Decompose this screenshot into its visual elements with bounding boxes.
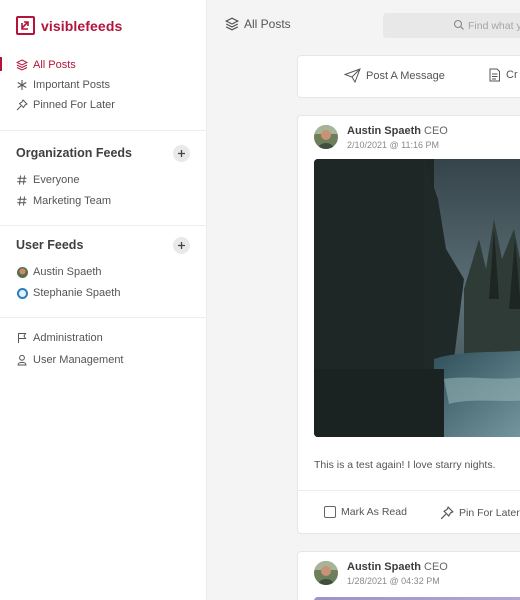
sidebar-item-label: Stephanie Spaeth xyxy=(33,287,121,299)
divider xyxy=(0,130,207,131)
sidebar-item-important-posts[interactable]: Important Posts xyxy=(16,77,110,93)
post-message-button[interactable]: Post A Message xyxy=(344,68,445,83)
sidebar-item-pinned-for-later[interactable]: Pinned For Later xyxy=(16,97,115,113)
user-icon xyxy=(16,354,28,366)
mark-as-read-label: Mark As Read xyxy=(341,506,407,518)
sidebar-item-administration[interactable]: Administration xyxy=(16,330,103,346)
sidebar-item-label: All Posts xyxy=(33,59,76,71)
sidebar-item-austin-spaeth[interactable]: Austin Spaeth xyxy=(16,264,102,280)
add-user-feed-button[interactable] xyxy=(173,237,190,254)
create-button[interactable]: Cr xyxy=(488,68,518,82)
sidebar-item-label: User Management xyxy=(33,354,124,366)
hash-icon xyxy=(16,195,28,207)
post-image[interactable] xyxy=(314,159,520,437)
post-timestamp: 1/28/2021 @ 04:32 PM xyxy=(347,576,440,586)
organization-feeds-title: Organization Feeds xyxy=(16,146,132,160)
sidebar-item-everyone[interactable]: Everyone xyxy=(16,172,79,188)
sidebar-item-label: Important Posts xyxy=(33,79,111,91)
user-feeds-title: User Feeds xyxy=(16,238,84,252)
divider xyxy=(0,225,207,226)
asterisk-icon xyxy=(16,79,28,91)
sidebar-item-label: Marketing Team xyxy=(33,195,112,207)
avatar[interactable] xyxy=(314,561,338,585)
active-indicator xyxy=(0,57,2,71)
checkbox-icon[interactable] xyxy=(324,506,336,518)
sidebar-item-label: Administration xyxy=(33,332,103,344)
search-box[interactable] xyxy=(383,13,520,38)
page-title: All Posts xyxy=(225,17,291,31)
flag-icon xyxy=(16,332,28,344)
layers-icon xyxy=(16,59,28,71)
author-role: CEO xyxy=(424,125,448,137)
sidebar-item-user-management[interactable]: User Management xyxy=(16,352,124,368)
sidebar-item-marketing-team[interactable]: Marketing Team xyxy=(16,193,111,209)
paper-plane-icon xyxy=(344,68,361,83)
avatar xyxy=(16,266,28,278)
pin-icon xyxy=(440,506,454,520)
post-message-label: Post A Message xyxy=(366,69,445,82)
mark-as-read-button[interactable]: Mark As Read xyxy=(324,506,407,518)
plus-icon xyxy=(178,150,185,157)
sidebar-item-label: Everyone xyxy=(33,174,80,186)
sidebar-item-all-posts[interactable]: All Posts xyxy=(16,57,76,73)
composer: Post A Message Cr xyxy=(297,55,520,98)
pin-for-later-label: Pin For Later xyxy=(459,507,520,519)
search-input[interactable] xyxy=(468,19,520,32)
brand-logo-icon xyxy=(16,16,35,35)
author-name[interactable]: Austin Spaeth xyxy=(347,125,421,137)
post-text: This is a test again! I love starry nigh… xyxy=(314,459,496,471)
divider xyxy=(0,317,207,318)
search-icon xyxy=(453,19,465,31)
plus-icon xyxy=(178,242,185,249)
brand-name: visiblefeeds xyxy=(41,17,123,34)
avatar xyxy=(16,287,28,299)
add-organization-feed-button[interactable] xyxy=(173,145,190,162)
post-author: Austin Spaeth CEO xyxy=(347,561,448,573)
author-role: CEO xyxy=(424,561,448,573)
sidebar-item-label: Austin Spaeth xyxy=(33,266,102,278)
pin-for-later-button[interactable]: Pin For Later xyxy=(440,506,520,520)
layers-icon xyxy=(225,17,239,31)
post-timestamp: 2/10/2021 @ 11:16 PM xyxy=(347,140,440,150)
post-card: Austin Spaeth CEO 1/28/2021 @ 04:32 PM xyxy=(297,551,520,600)
pin-icon xyxy=(16,99,28,111)
post-card: Austin Spaeth CEO 2/10/2021 @ 11:16 PM T… xyxy=(297,115,520,534)
author-name[interactable]: Austin Spaeth xyxy=(347,561,421,573)
create-label: Cr xyxy=(506,69,518,81)
sidebar-item-stephanie-spaeth[interactable]: Stephanie Spaeth xyxy=(16,285,120,301)
hash-icon xyxy=(16,174,28,186)
sidebar-item-label: Pinned For Later xyxy=(33,99,115,111)
divider xyxy=(298,490,520,491)
avatar[interactable] xyxy=(314,125,338,149)
brand[interactable]: visiblefeeds xyxy=(16,16,122,35)
sidebar: visiblefeeds All Posts Important Posts P… xyxy=(0,0,207,600)
page-title-text: All Posts xyxy=(244,17,291,31)
document-icon xyxy=(488,68,501,82)
post-author: Austin Spaeth CEO xyxy=(347,125,448,137)
